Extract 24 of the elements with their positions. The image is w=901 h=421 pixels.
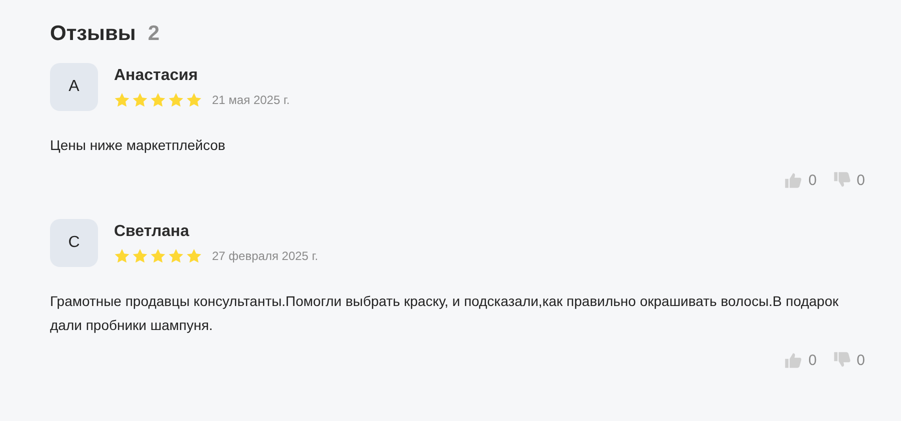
dislike-button[interactable]: 0 [832, 171, 865, 189]
review-text: Цены ниже маркетплейсов [50, 136, 226, 155]
author-name: Светлана [114, 223, 190, 241]
review-text: Грамотные продавцы консультанты.Помогли выбрать краску, и подсказали,как правильно окрашивать волосы.В подарок дали пробники шампуня. [50, 292, 840, 335]
like-button[interactable]: 0 [784, 171, 817, 189]
star-icon [114, 92, 130, 108]
avatar: С [50, 219, 98, 267]
star-icon [114, 248, 130, 264]
like-button[interactable]: 0 [784, 351, 817, 369]
star-icon [132, 92, 148, 108]
review-date: 27 февраля 2025 г. [212, 249, 318, 263]
author-name: Анастасия [114, 67, 199, 85]
section-title: Отзывы [50, 22, 136, 46]
star-icon [132, 248, 148, 264]
star-icon [150, 92, 166, 108]
star-icon [186, 248, 202, 264]
star-icon [186, 92, 202, 108]
star-icon [168, 248, 184, 264]
avatar: А [50, 63, 98, 111]
star-icon [168, 92, 184, 108]
review-date: 21 мая 2025 г. [212, 93, 290, 107]
star-icon [150, 248, 166, 264]
dislike-button[interactable]: 0 [832, 351, 865, 369]
review-count: 2 [148, 22, 160, 46]
